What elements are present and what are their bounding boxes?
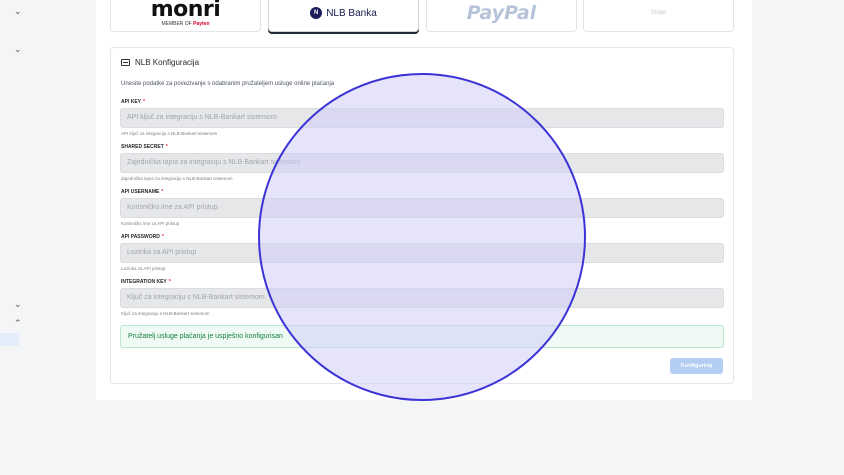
credit-card-icon (121, 59, 130, 66)
config-title: NLB Konfiguracija (121, 58, 199, 67)
provider-stripe[interactable]: Stripe (583, 0, 734, 32)
monri-logo-text: monri (150, 0, 221, 22)
field-label-api-username: API USERNAME * (121, 189, 164, 195)
config-title-text: NLB Konfiguracija (135, 58, 200, 67)
chevron-down-icon[interactable]: ⌄ (14, 6, 22, 17)
field-hint-shared-secret: Zajednička tajna za integraciju s NLB-Ba… (121, 176, 233, 181)
field-hint-api-username: Korisničko ime za API pristup (121, 221, 180, 226)
monri-logo: monri MEMBER OF Payten (151, 0, 221, 27)
monri-logo-subtitle: MEMBER OF Payten (161, 21, 210, 27)
configure-button[interactable]: Konfiguriraj (670, 358, 723, 374)
field-hint-api-password: Lozinka za API pristup (121, 266, 166, 271)
chevron-down-icon[interactable]: ⌄ (14, 299, 22, 310)
stripe-label: Stripe (650, 10, 667, 16)
field-label-api-key: API KEY * (121, 99, 145, 105)
sidebar: ⌄ ⌄ ⌄ ⌃ (0, 0, 40, 475)
chevron-up-icon[interactable]: ⌃ (14, 318, 22, 329)
provider-paypal[interactable]: PayPal (426, 0, 577, 32)
field-label-shared-secret: SHARED SECRET * (121, 144, 168, 150)
highlight-circle (258, 73, 586, 401)
field-label-integration-key: INTEGRATION KEY * (121, 279, 171, 285)
field-label-api-password: API PASSWORD * (121, 234, 164, 240)
field-hint-api-key: API ključ za integraciju s NLB-Bankart s… (121, 131, 218, 136)
sidebar-selected-item[interactable] (0, 333, 19, 346)
provider-nlb[interactable]: N NLB Banka (268, 0, 419, 32)
provider-monri[interactable]: monri MEMBER OF Payten (110, 0, 261, 32)
paypal-logo: PayPal (466, 2, 537, 24)
nlb-label: NLB Banka (326, 7, 377, 19)
nlb-icon: N (310, 7, 323, 19)
nlb-logo: N NLB Banka (310, 7, 377, 19)
config-description: Unesite podatke za povezivanje s odabran… (121, 81, 335, 87)
field-hint-integration-key: Ključ za integraciju s NLB-Bankart siste… (121, 311, 210, 316)
chevron-down-icon[interactable]: ⌄ (14, 44, 22, 55)
